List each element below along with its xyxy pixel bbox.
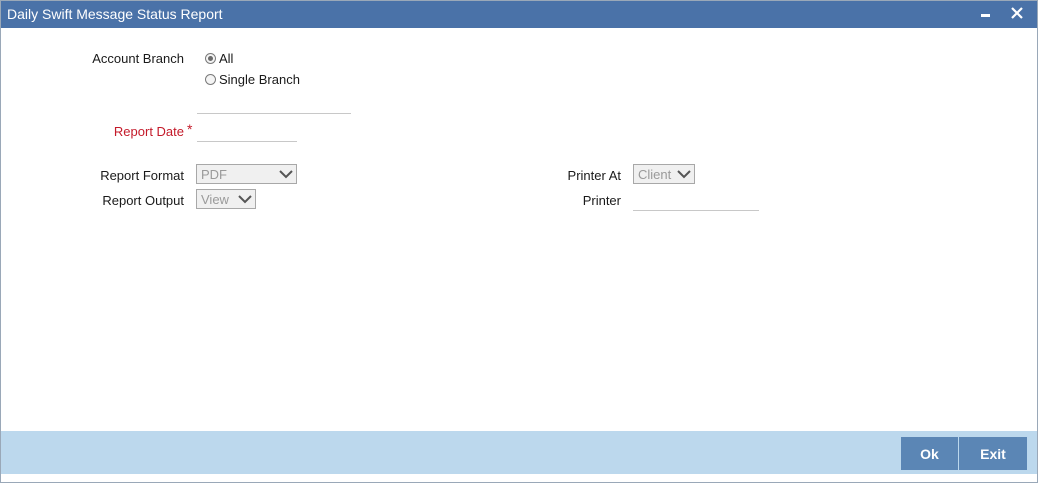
report-date-label: Report Date — [113, 124, 184, 139]
printer-at-label: Printer At — [567, 168, 621, 183]
radio-all-label: All — [219, 50, 234, 66]
radio-single-branch[interactable]: Single Branch — [205, 70, 300, 88]
chevron-down-icon — [279, 170, 293, 179]
printer-label: Printer — [582, 193, 621, 208]
radio-all[interactable]: All — [205, 49, 233, 67]
report-format-value: PDF — [201, 167, 227, 182]
radio-all-button[interactable] — [205, 52, 216, 64]
printer-input[interactable] — [633, 193, 759, 211]
printer-at-value: Client — [638, 167, 672, 182]
chevron-down-icon — [238, 195, 252, 204]
minimize-icon — [981, 14, 990, 17]
footer-bar — [1, 431, 1037, 474]
close-icon — [1011, 7, 1023, 19]
report-format-label: Report Format — [100, 168, 184, 183]
printer-at-select[interactable]: Client — [633, 164, 695, 184]
radio-single-branch-button[interactable] — [205, 73, 216, 85]
required-marker: * — [187, 121, 193, 137]
report-output-select[interactable]: View — [196, 189, 256, 209]
report-output-label: Report Output — [102, 193, 184, 208]
close-button[interactable] — [1005, 1, 1029, 28]
radio-single-branch-label: Single Branch — [219, 71, 300, 87]
minimize-button[interactable] — [975, 1, 999, 28]
branch-code-input[interactable] — [197, 96, 351, 114]
account-branch-label: Account Branch — [92, 51, 184, 66]
window-title: Daily Swift Message Status Report — [7, 6, 223, 22]
ok-button[interactable]: Ok — [901, 437, 958, 470]
report-output-value: View — [201, 192, 229, 207]
report-date-input[interactable] — [197, 124, 297, 142]
exit-button[interactable]: Exit — [959, 437, 1027, 470]
report-format-select[interactable]: PDF — [196, 164, 297, 184]
chevron-down-icon — [677, 170, 691, 179]
report-window: Daily Swift Message Status Report Accoun… — [0, 0, 1038, 483]
title-bar: Daily Swift Message Status Report — [1, 1, 1037, 28]
